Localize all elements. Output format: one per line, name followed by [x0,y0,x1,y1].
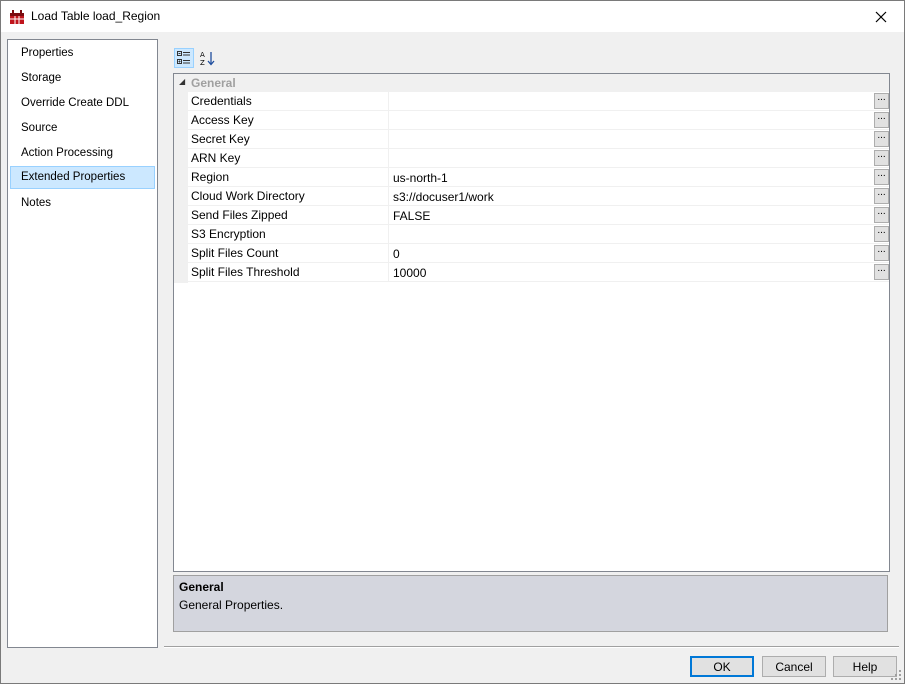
ellipsis-button[interactable]: ... [874,93,889,109]
ellipsis-button[interactable]: ... [874,112,889,128]
column-divider [388,111,389,130]
property-name: Send Files Zipped [191,208,288,222]
property-row-arn-key[interactable]: ARN Key ... [188,149,889,168]
cancel-button[interactable]: Cancel [762,656,826,677]
categorized-view-button[interactable] [174,48,194,68]
svg-text:A: A [200,51,205,59]
column-divider [388,263,389,282]
column-divider [388,225,389,244]
property-row-region[interactable]: Region us-north-1 ... [188,168,889,187]
property-name: S3 Encryption [191,227,266,241]
alphabetical-sort-button[interactable]: A Z [197,48,217,68]
property-name: Region [191,170,230,184]
ellipsis-button[interactable]: ... [874,264,889,280]
property-name: Cloud Work Directory [191,189,305,203]
nav-item-action-processing[interactable]: Action Processing [10,142,155,165]
ellipsis-button[interactable]: ... [874,226,889,242]
property-name: Split Files Count [191,246,279,260]
nav-item-source[interactable]: Source [10,117,155,140]
description-pane: General General Properties. [173,575,888,632]
close-icon [875,11,887,22]
property-name: Secret Key [191,132,250,146]
property-row-send-files-zipped[interactable]: Send Files Zipped FALSE ... [188,206,889,225]
ellipsis-button[interactable]: ... [874,131,889,147]
property-value[interactable]: 10000 [393,266,426,280]
ellipsis-button[interactable]: ... [874,169,889,185]
ok-button[interactable]: OK [690,656,754,677]
property-value[interactable]: 0 [393,247,400,261]
property-row-cloud-work-directory[interactable]: Cloud Work Directory s3://docuser1/work … [188,187,889,206]
window-title: Load Table load_Region [31,9,161,23]
close-button[interactable] [858,1,904,32]
ellipsis-button[interactable]: ... [874,245,889,261]
property-value[interactable]: s3://docuser1/work [393,190,494,204]
property-row-split-files-threshold[interactable]: Split Files Threshold 10000 ... [188,263,889,282]
column-divider [388,168,389,187]
column-divider [388,130,389,149]
property-value[interactable]: us-north-1 [393,171,448,185]
column-divider [388,92,389,111]
column-divider [388,149,389,168]
property-name: ARN Key [191,151,241,165]
category-label: General [191,76,236,90]
grid-gutter [174,92,188,283]
property-name: Access Key [191,113,254,127]
load-table-dialog: Load Table load_Region Properties Storag… [0,0,905,684]
nav-item-extended-properties[interactable]: Extended Properties [10,166,155,189]
nav-item-storage[interactable]: Storage [10,67,155,90]
property-row-access-key[interactable]: Access Key ... [188,111,889,130]
property-row-split-files-count[interactable]: Split Files Count 0 ... [188,244,889,263]
title-bar: Load Table load_Region [1,1,904,32]
nav-item-notes[interactable]: Notes [10,192,155,215]
property-name: Credentials [191,94,252,108]
categorized-view-icon [177,51,190,64]
section-nav-list: Properties Storage Override Create DDL S… [7,39,158,648]
property-row-credentials[interactable]: Credentials ... [188,92,889,111]
ellipsis-button[interactable]: ... [874,207,889,223]
nav-item-override-create-ddl[interactable]: Override Create DDL [10,92,155,115]
sort-alphabetical-icon: A Z [200,51,215,66]
column-divider [388,187,389,206]
footer-divider-highlight [164,647,899,648]
property-row-s3-encryption[interactable]: S3 Encryption ... [188,225,889,244]
svg-text:Z: Z [200,59,205,66]
category-row-general[interactable]: ◢ General [174,74,889,92]
property-row-secret-key[interactable]: Secret Key ... [188,130,889,149]
column-divider [388,244,389,263]
ellipsis-button[interactable]: ... [874,150,889,166]
nav-item-properties[interactable]: Properties [10,42,155,65]
property-grid: ◢ General Credentials ... Access Key ...… [173,73,890,572]
collapse-triangle-icon[interactable]: ◢ [179,77,185,86]
property-name: Split Files Threshold [191,265,300,279]
table-app-icon [9,9,25,25]
description-text: General Properties. [179,598,284,612]
column-divider [388,206,389,225]
ellipsis-button[interactable]: ... [874,188,889,204]
resize-grip-icon[interactable] [891,670,901,680]
help-button[interactable]: Help [833,656,897,677]
description-title: General [179,580,224,594]
property-value[interactable]: FALSE [393,209,430,223]
